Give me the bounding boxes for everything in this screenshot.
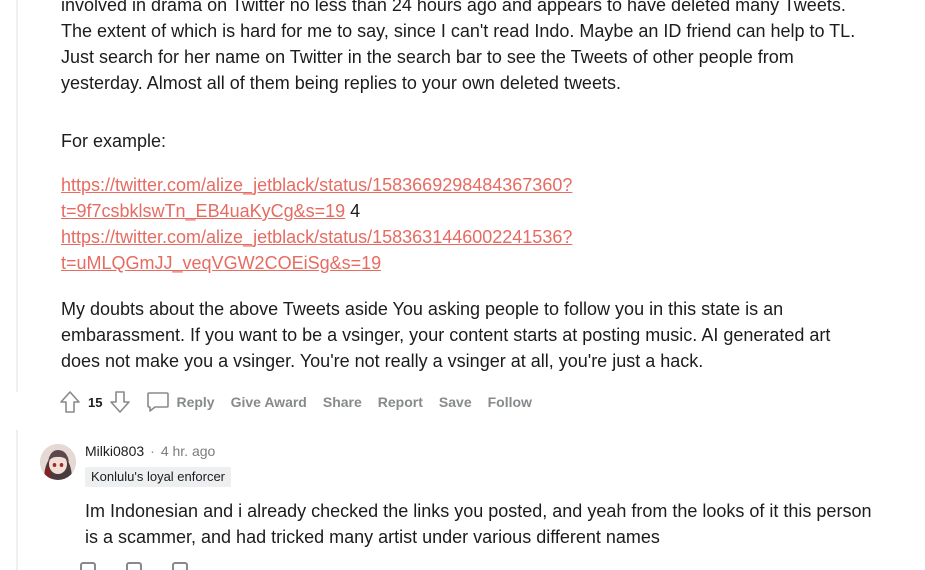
reply-label: Reply <box>176 394 215 410</box>
share-button[interactable]: Share <box>315 390 370 414</box>
follow-button[interactable]: Follow <box>480 390 540 414</box>
save-button[interactable]: Save <box>431 390 480 414</box>
arrow-down-icon <box>110 391 131 413</box>
username-link[interactable]: Milki0803 <box>85 443 144 459</box>
vote-score: 15 <box>88 394 103 410</box>
comment-meta: Milki0803 · 4 hr. ago <box>85 441 215 461</box>
arrow-down-icon[interactable] <box>126 562 142 570</box>
comment-thread: involved in drama on Twitter no less tha… <box>0 0 925 570</box>
give-award-label: Give Award <box>230 394 307 410</box>
example-label: For example: <box>61 131 167 151</box>
report-button[interactable]: Report <box>370 390 431 414</box>
tweet-link-1-part-a[interactable]: https://twitter.com/alize_jetblack/statu… <box>61 175 572 195</box>
avatar-image <box>40 444 76 480</box>
follow-label: Follow <box>487 394 532 410</box>
user-flair: Konlulu's loyal enforcer <box>85 467 231 487</box>
reply-button[interactable]: Reply <box>138 387 222 417</box>
tweet-link-1-part-b[interactable]: t=9f7csbklswTn_EB4uaKyCg&s=19 <box>61 201 345 221</box>
comment-timestamp[interactable]: 4 hr. ago <box>161 443 216 459</box>
arrow-up-icon[interactable] <box>80 562 96 570</box>
speech-bubble-icon[interactable] <box>172 562 188 570</box>
save-label: Save <box>438 394 472 410</box>
give-award-button[interactable]: Give Award <box>223 390 315 414</box>
comment-paragraph: involved in drama on Twitter no less tha… <box>61 0 861 96</box>
meta-separator: · <box>150 443 155 459</box>
comment-text-top: involved in drama on Twitter no less tha… <box>61 0 856 93</box>
tweet-link-2-part-b[interactable]: t=uMLQGmJJ_veqVGW2COEiSg&s=19 <box>61 253 381 273</box>
report-label: Report <box>377 394 423 410</box>
speech-bubble-icon <box>147 392 170 412</box>
tweet-link-2-part-a[interactable]: https://twitter.com/alize_jetblack/statu… <box>61 227 572 247</box>
links-block: https://twitter.com/alize_jetblack/statu… <box>61 172 861 276</box>
comment-paragraph: My doubts about the above Tweets aside Y… <box>61 296 861 374</box>
comment-paragraph: For example: <box>61 128 861 154</box>
share-label: Share <box>322 394 362 410</box>
comment-action-bar: 15 Reply Give Award Share Report Save Fo… <box>56 386 540 418</box>
arrow-up-icon <box>60 391 80 413</box>
tweet-link-2[interactable]: https://twitter.com/alize_jetblack/statu… <box>61 227 572 273</box>
comment-text-doubts: My doubts about the above Tweets aside Y… <box>61 299 831 371</box>
thread-line[interactable] <box>16 430 18 570</box>
link-suffix-text: 4 <box>345 201 361 221</box>
reply-comment-text: Im Indonesian and i already checked the … <box>85 501 872 547</box>
upvote-button[interactable] <box>56 388 84 416</box>
thread-line[interactable] <box>16 0 18 392</box>
downvote-button[interactable] <box>106 388 134 416</box>
tweet-link-1[interactable]: https://twitter.com/alize_jetblack/statu… <box>61 175 572 221</box>
reply-action-bar-partial <box>80 562 200 570</box>
avatar[interactable] <box>40 444 76 480</box>
